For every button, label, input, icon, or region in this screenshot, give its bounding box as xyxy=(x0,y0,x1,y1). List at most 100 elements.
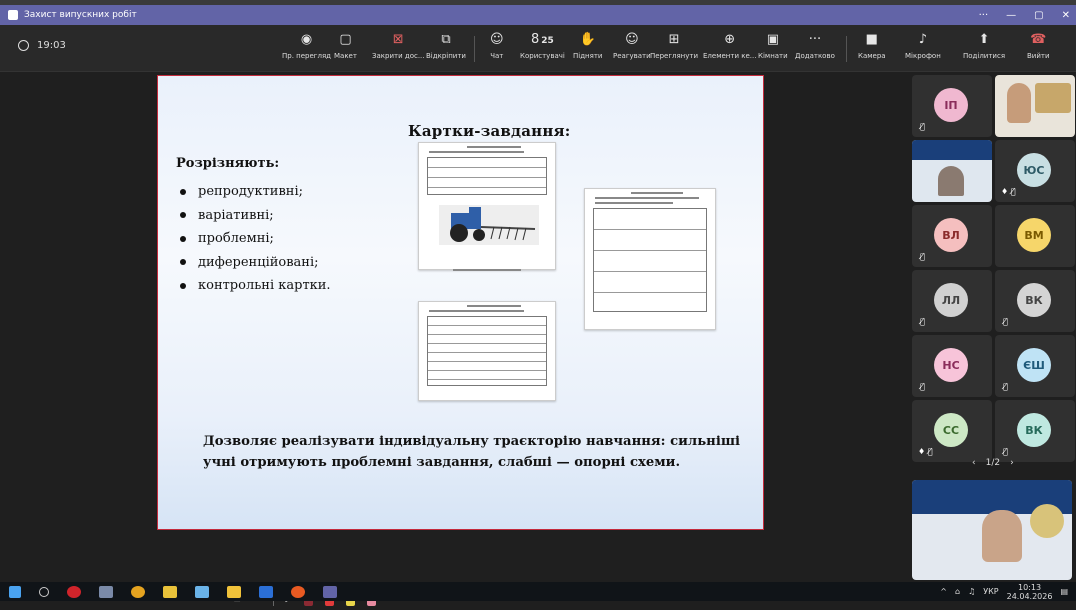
rooms-button[interactable]: ▣ Кімнати xyxy=(758,31,788,60)
view-icon: ⊞ xyxy=(668,32,680,47)
participant-tile[interactable]: ВЛ 🎙̸ xyxy=(912,205,992,267)
shield-icon xyxy=(18,40,29,51)
avatar: ВК xyxy=(1017,283,1051,317)
participant-tile[interactable]: ІП 🎙̸ xyxy=(912,75,992,137)
bullet-item: контрольні картки. xyxy=(180,274,331,298)
prev-page-button[interactable]: ‹ xyxy=(972,458,976,468)
close-share-button[interactable]: ⊠ Закрити дос... xyxy=(372,31,425,60)
bullet-icon xyxy=(180,188,186,195)
apps-button[interactable]: ⊕ Елементи ке... xyxy=(703,31,756,60)
participant-tile[interactable]: ВК 🎙̸ xyxy=(995,400,1075,462)
share-button[interactable]: ⬆ Поділитися xyxy=(963,31,1005,60)
participant-video-tile[interactable] xyxy=(912,140,992,202)
teams-icon[interactable] xyxy=(323,585,337,598)
participant-tile[interactable]: ВК 🎙̸ xyxy=(995,270,1075,332)
hangup-button[interactable]: ☎ Вийти xyxy=(1027,31,1050,60)
hangup-icon: ☎ xyxy=(1030,32,1047,47)
toolbar-label: Вийти xyxy=(1027,52,1050,60)
chevron-up-icon[interactable]: ^ xyxy=(940,587,947,596)
toolbar-label: Поділитися xyxy=(963,52,1006,60)
app-icon[interactable] xyxy=(195,585,209,598)
os-taskbar: ^ ⌂ ♫ УКР 10:13 24.04.2026 ▤ xyxy=(0,582,1076,601)
participant-video-tile[interactable] xyxy=(995,75,1075,137)
view-button[interactable]: ⊞ Переглянути xyxy=(650,31,698,60)
participant-tile[interactable]: СС ♦ 🎙̸ xyxy=(912,400,992,462)
opera-icon[interactable] xyxy=(67,585,81,598)
app-icon[interactable] xyxy=(163,585,177,598)
mic-off-icon: 🎙̸ xyxy=(1003,382,1008,391)
mic-off-icon: 🎙̸ xyxy=(920,252,925,261)
app-icon[interactable] xyxy=(99,585,113,598)
tractor-icon xyxy=(450,207,536,242)
participant-tile[interactable]: ЛЛ 🎙̸ xyxy=(912,270,992,332)
slide-bullet-list: репродуктивні; варіативні; проблемні; ди… xyxy=(180,180,331,298)
next-page-button[interactable]: › xyxy=(1010,458,1014,468)
bullet-item: репродуктивні; xyxy=(180,180,331,204)
close-button[interactable]: ✕ xyxy=(1062,10,1070,21)
toolbar-label: Камера xyxy=(858,52,886,60)
react-button[interactable]: ☺ Реагувати xyxy=(613,31,651,60)
close-share-icon: ⊠ xyxy=(392,32,404,47)
timer-text: 19:03 xyxy=(37,40,66,51)
search-icon[interactable] xyxy=(39,586,49,597)
task-card-image xyxy=(418,301,556,401)
people-icon: 8 25 xyxy=(531,32,554,47)
task-card-image xyxy=(418,142,556,271)
raise-hand-icon: ✋ xyxy=(579,32,596,47)
raise-hand-button[interactable]: ✋ Підняти xyxy=(573,31,602,60)
bullet-icon xyxy=(180,212,186,219)
start-icon[interactable] xyxy=(9,585,21,598)
shared-content-stage: Картки-завдання: Розрізняють: репродукти… xyxy=(0,72,910,606)
firefox-icon[interactable] xyxy=(291,585,305,598)
apps-icon: ⊕ xyxy=(724,32,736,47)
network-icon[interactable]: ⌂ xyxy=(955,587,960,596)
toolbar-label: Макет xyxy=(334,52,357,60)
unpin-button[interactable]: ⧉ Відкріпити xyxy=(426,31,466,60)
participant-tile[interactable]: ЮС ♦ 🎙̸ xyxy=(995,140,1075,202)
avatar: ЮС xyxy=(1017,153,1051,187)
notifications-icon[interactable]: ▤ xyxy=(1060,587,1068,596)
people-button[interactable]: 8 25 Користувачі xyxy=(520,31,565,60)
toolbar-label: Мікрофон xyxy=(905,52,941,60)
active-speaker-video[interactable] xyxy=(912,480,1072,580)
clock[interactable]: 10:13 24.04.2026 xyxy=(1007,583,1053,601)
toolbar-label: Відкріпити xyxy=(426,52,466,60)
avatar: СС xyxy=(934,413,968,447)
layout-button[interactable]: ▢ Макет xyxy=(334,31,357,60)
chat-icon: ☺ xyxy=(490,32,504,47)
participant-video xyxy=(938,166,964,196)
gallery-page: 1/2 xyxy=(985,458,1001,468)
toolbar-label: Додатково xyxy=(795,52,835,60)
slide-footer-text: Дозволяє реалізувати індивідуальну траєк… xyxy=(203,434,741,470)
avatar: НС xyxy=(934,348,968,382)
camera-button[interactable]: ■ Камера xyxy=(858,31,886,60)
participant-tile[interactable]: ЄШ 🎙̸ xyxy=(995,335,1075,397)
teams-logo-icon xyxy=(8,10,18,20)
seal-icon xyxy=(1030,504,1064,538)
presentation-slide: Картки-завдання: Розрізняють: репродукти… xyxy=(157,75,764,530)
explorer-icon[interactable] xyxy=(227,585,241,598)
chat-button[interactable]: ☺ Чат xyxy=(490,31,504,60)
toolbar-label: Користувачі xyxy=(520,52,565,60)
mic-icon: ♪ xyxy=(918,32,928,47)
eye-button[interactable]: ◉ Пр. перегляд xyxy=(282,31,331,60)
banner-image xyxy=(912,140,992,160)
participant-tile[interactable]: НС 🎙̸ xyxy=(912,335,992,397)
lang-indicator[interactable]: УКР xyxy=(983,587,998,596)
logo-icon xyxy=(1035,83,1071,113)
volume-icon[interactable]: ♫ xyxy=(968,587,975,596)
word-icon[interactable] xyxy=(259,585,273,598)
more-options-button[interactable]: ··· xyxy=(979,10,989,21)
toolbar-label: Закрити дос... xyxy=(372,52,425,60)
participant-video xyxy=(1007,83,1031,123)
more-button[interactable]: ··· Додатково xyxy=(795,31,835,60)
avatar: ЛЛ xyxy=(934,283,968,317)
participant-tile[interactable]: ВМ xyxy=(995,205,1075,267)
layout-icon: ▢ xyxy=(339,32,352,47)
minimize-button[interactable]: — xyxy=(1006,10,1016,21)
gallery-pager: ‹ 1/2 › xyxy=(972,458,1014,468)
maximize-button[interactable]: ▢ xyxy=(1034,10,1043,21)
chrome-icon[interactable] xyxy=(131,585,145,598)
eye-icon: ◉ xyxy=(300,32,313,47)
mic-button[interactable]: ♪ Мікрофон xyxy=(905,31,941,60)
